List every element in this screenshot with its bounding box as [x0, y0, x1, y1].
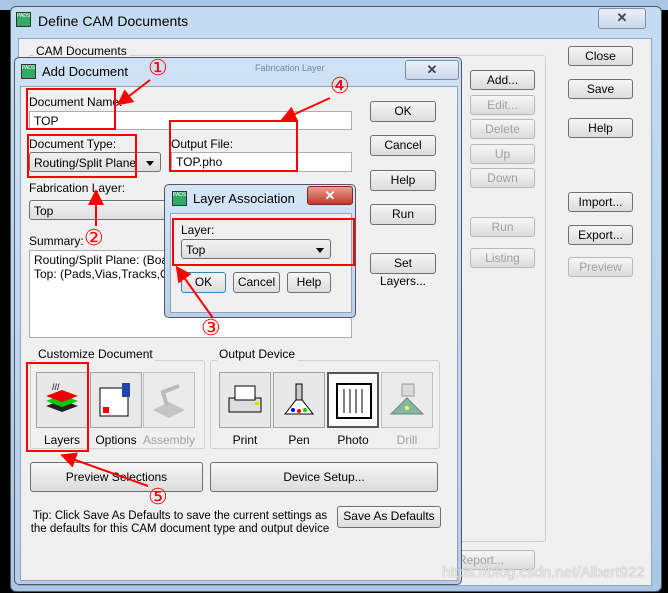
arrow-5 [60, 452, 149, 487]
arrow-4 [280, 97, 331, 122]
arrow-1 [116, 79, 151, 106]
marker-3: ③ [201, 315, 221, 340]
marker-5: ⑤ [148, 484, 168, 509]
marker-4: ④ [330, 73, 350, 98]
marker-1: ① [148, 55, 168, 80]
arrow-3 [175, 265, 214, 319]
marker-2: ② [84, 225, 104, 250]
watermark: https://blog.csdn.net/Albert922 [442, 564, 645, 581]
